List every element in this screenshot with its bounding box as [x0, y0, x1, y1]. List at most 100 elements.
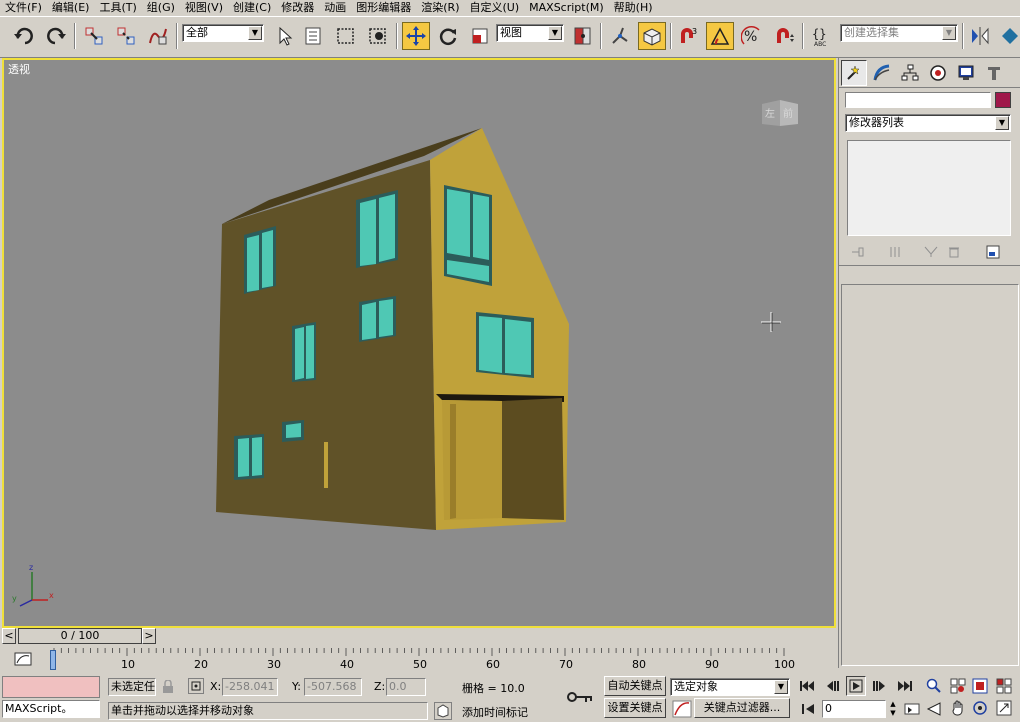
angle-snap-toggle-icon[interactable]: [706, 22, 734, 50]
set-key-key-icon[interactable]: [566, 688, 596, 709]
selection-filter-dropdown[interactable]: 全部 ▼: [182, 24, 264, 42]
auto-key-button[interactable]: 自动关键点: [604, 676, 666, 696]
time-configuration-icon[interactable]: [904, 702, 920, 719]
select-and-move-icon[interactable]: [402, 22, 430, 50]
utilities-tab-icon[interactable]: [981, 60, 1007, 86]
select-and-rotate-icon[interactable]: [434, 22, 462, 50]
x-coord-field[interactable]: -258.041: [222, 678, 278, 696]
menu-rendering[interactable]: 渲染(R): [416, 0, 464, 16]
tick-label: 80: [632, 658, 646, 671]
lock-selection-icon[interactable]: [162, 679, 174, 697]
object-color-swatch[interactable]: [995, 92, 1011, 108]
menu-modifiers[interactable]: 修改器: [276, 0, 319, 16]
field-of-view-icon[interactable]: [926, 702, 942, 719]
snaps-toggle-icon[interactable]: 3: [674, 22, 702, 50]
key-mode-dropdown[interactable]: 选定对象 ▼: [670, 678, 790, 696]
maximize-viewport-icon[interactable]: [996, 700, 1012, 719]
menu-graph-editors[interactable]: 图形编辑器: [351, 0, 416, 16]
select-by-name-icon[interactable]: [300, 22, 328, 50]
previous-frame-icon[interactable]: [824, 678, 842, 697]
time-slider[interactable]: 0 / 100: [18, 628, 142, 644]
percent-snap-icon[interactable]: %: [738, 22, 766, 50]
menu-views[interactable]: 视图(V): [180, 0, 228, 16]
set-key-button[interactable]: 设置关键点: [604, 698, 666, 718]
current-time-marker[interactable]: [50, 650, 56, 670]
status-bar: MAXScript。 未选定任 X: -258.041 Y: -507.568 …: [0, 674, 1020, 720]
y-coord-field[interactable]: -507.568: [304, 678, 362, 696]
next-frame-arrow-icon[interactable]: >: [142, 628, 156, 644]
align-icon[interactable]: [996, 22, 1020, 50]
menu-help[interactable]: 帮助(H): [609, 0, 658, 16]
go-to-end-icon[interactable]: [896, 678, 914, 697]
menu-customize[interactable]: 自定义(U): [465, 0, 525, 16]
add-time-tag-label[interactable]: 添加时间标记: [462, 704, 528, 720]
menu-file[interactable]: 文件(F): [0, 0, 47, 16]
absolute-mode-transform-icon[interactable]: [188, 678, 204, 694]
default-in-out-tangent-icon[interactable]: [672, 700, 692, 718]
select-manipulate-icon[interactable]: [606, 22, 634, 50]
display-tab-icon[interactable]: [953, 60, 979, 86]
modifier-stack[interactable]: [847, 140, 1011, 236]
redo-icon[interactable]: [42, 22, 70, 50]
zoom-all-icon[interactable]: [950, 678, 966, 697]
play-icon[interactable]: [846, 676, 866, 696]
next-frame-icon[interactable]: [870, 678, 888, 697]
modifier-list-dropdown[interactable]: 修改器列表 ▼: [845, 114, 1011, 132]
mirror-icon[interactable]: [966, 22, 994, 50]
perspective-viewport[interactable]: 透视 左 前 z y x: [2, 58, 836, 628]
tick-label: 10: [121, 658, 135, 671]
menu-create[interactable]: 创建(C): [228, 0, 276, 16]
orbit-icon[interactable]: [972, 700, 988, 719]
go-to-start-icon[interactable]: [798, 678, 816, 697]
unlink-icon[interactable]: [112, 22, 140, 50]
menu-maxscript[interactable]: MAXScript(M): [524, 0, 609, 16]
reference-coordinate-value: 视图: [500, 26, 522, 39]
select-and-scale-icon[interactable]: [466, 22, 494, 50]
key-filters-button[interactable]: 关键点过滤器...: [694, 698, 790, 718]
named-selection-dropdown[interactable]: 创建选择集 ▼: [840, 24, 958, 42]
spinner-snap-icon[interactable]: [770, 22, 798, 50]
pan-view-icon[interactable]: [950, 700, 966, 719]
prev-frame-arrow-icon[interactable]: <: [2, 628, 16, 644]
bind-spacewarp-icon[interactable]: [144, 22, 172, 50]
maxscript-input[interactable]: MAXScript。: [2, 700, 100, 718]
configure-modifier-sets-icon[interactable]: [985, 244, 1001, 263]
time-tag-icon[interactable]: [434, 702, 452, 720]
keyboard-shortcut-override-icon[interactable]: [638, 22, 666, 50]
rectangular-selection-icon[interactable]: [332, 22, 360, 50]
create-tab-icon[interactable]: [841, 60, 867, 86]
edit-named-selection-icon[interactable]: {} ABC: [808, 22, 836, 50]
window-crossing-icon[interactable]: [364, 22, 392, 50]
modifier-list-label: 修改器列表: [849, 116, 904, 129]
key-mode-toggle-icon[interactable]: [800, 702, 816, 719]
hierarchy-tab-icon[interactable]: [897, 60, 923, 86]
zoom-extents-all-icon[interactable]: [996, 678, 1012, 697]
menu-group[interactable]: 组(G): [142, 0, 180, 16]
menu-tools[interactable]: 工具(T): [94, 0, 141, 16]
pin-stack-icon[interactable]: [851, 246, 867, 261]
menu-animation[interactable]: 动画: [319, 0, 351, 16]
link-icon[interactable]: [80, 22, 108, 50]
menu-edit[interactable]: 编辑(E): [47, 0, 95, 16]
object-name-field[interactable]: [845, 92, 991, 108]
select-object-icon[interactable]: [270, 22, 298, 50]
motion-tab-icon[interactable]: [925, 60, 951, 86]
make-unique-icon[interactable]: [923, 246, 939, 261]
undo-icon[interactable]: [10, 22, 38, 50]
y-coord-label: Y:: [292, 680, 301, 693]
current-frame-field[interactable]: 0: [822, 700, 886, 718]
zoom-extents-icon[interactable]: [972, 678, 988, 697]
house-model[interactable]: z y x: [4, 60, 834, 626]
open-mini-curve-editor-icon[interactable]: [12, 650, 34, 670]
pivot-point-center-icon[interactable]: [568, 22, 596, 50]
zoom-icon[interactable]: [926, 678, 942, 697]
modify-tab-icon[interactable]: [869, 60, 895, 86]
track-bar[interactable]: 10 20 30 40 50 60 70 80 90 100: [0, 648, 838, 674]
frame-spinner-icon[interactable]: ▲ ▼: [888, 700, 898, 718]
maxscript-listener-mini[interactable]: [2, 676, 100, 698]
reference-coordinate-dropdown[interactable]: 视图 ▼: [496, 24, 564, 42]
tick-label: 40: [340, 658, 354, 671]
z-coord-field[interactable]: 0.0: [386, 678, 426, 696]
remove-modifier-icon[interactable]: [947, 246, 961, 261]
show-end-result-icon[interactable]: [887, 246, 903, 261]
